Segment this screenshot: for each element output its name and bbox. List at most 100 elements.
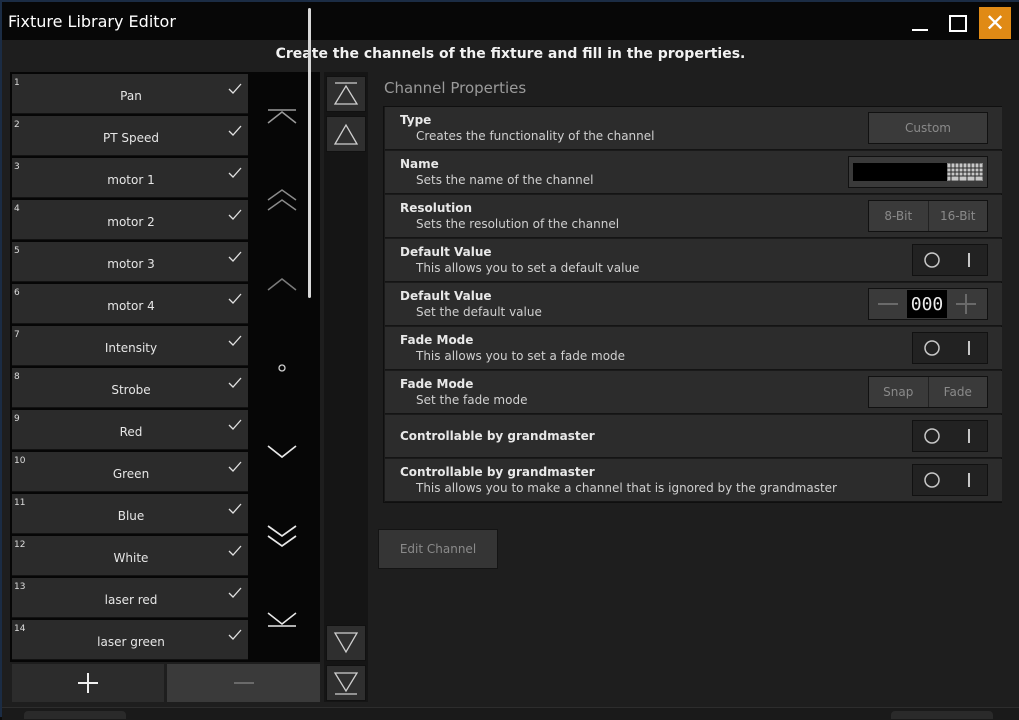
channel-row-9[interactable]: 9 Red (12, 410, 248, 450)
channel-row-1[interactable]: 1 Pan (12, 74, 248, 114)
channel-row-13[interactable]: 13 laser red (12, 578, 248, 618)
resolution-16bit-button[interactable]: 16-Bit (928, 201, 987, 231)
prop-grandmaster-toggle: Controllable by grandmaster (385, 415, 1002, 458)
scroll-top-icon[interactable] (266, 108, 298, 126)
list-scrollbar[interactable] (308, 8, 311, 298)
channel-label: PT Speed (103, 131, 159, 145)
fade-mode-toggle[interactable] (912, 332, 988, 364)
toggle-on-icon (950, 333, 987, 363)
increment-button[interactable] (947, 289, 985, 319)
move-down-button[interactable] (326, 625, 366, 661)
keyboard-icon[interactable] (947, 163, 983, 181)
bottom-tab-left[interactable] (24, 711, 126, 719)
channel-label: motor 3 (107, 257, 155, 271)
prop-title: Resolution (400, 201, 473, 215)
channel-row-4[interactable]: 4 motor 2 (12, 200, 248, 240)
fade-fade-button[interactable]: Fade (928, 377, 987, 407)
move-up-icon (333, 123, 359, 145)
page-up-icon[interactable] (266, 188, 298, 212)
check-icon (228, 377, 242, 388)
prop-grandmaster-ignore: Controllable by grandmaster This allows … (385, 459, 1002, 502)
channel-row-11[interactable]: 11 Blue (12, 494, 248, 534)
channel-properties-panel: Type Creates the functionality of the ch… (383, 106, 1002, 503)
channel-number: 9 (14, 414, 20, 424)
name-input[interactable] (853, 163, 947, 181)
resolution-8bit-button[interactable]: 8-Bit (869, 201, 929, 231)
prop-desc: Sets the resolution of the channel (416, 217, 620, 231)
fade-snap-button[interactable]: Snap (869, 377, 929, 407)
bottom-tab-right[interactable] (891, 711, 993, 719)
bottom-bar (2, 707, 1019, 720)
channel-number: 11 (14, 498, 26, 508)
scroll-bottom-icon[interactable] (266, 610, 298, 628)
channel-row-8[interactable]: 8 Strobe (12, 368, 248, 408)
check-icon (228, 587, 242, 598)
toggle-on-icon (950, 421, 987, 451)
grandmaster-toggle[interactable] (912, 420, 988, 452)
channel-label: Blue (117, 509, 145, 523)
check-icon (228, 461, 242, 472)
close-button[interactable]: ✕ (979, 7, 1011, 39)
move-up-button[interactable] (326, 116, 366, 152)
channel-label: Intensity (104, 341, 158, 355)
prop-desc: Set the fade mode (416, 393, 528, 407)
window-title: Fixture Library Editor (8, 12, 176, 31)
toggle-off-icon (913, 333, 950, 363)
scroll-position-icon (278, 364, 286, 372)
minimize-button[interactable] (906, 8, 934, 38)
channel-label: Strobe (111, 383, 151, 397)
remove-channel-button[interactable] (167, 664, 320, 702)
check-icon (228, 83, 242, 94)
maximize-button[interactable] (944, 8, 972, 38)
channel-row-12[interactable]: 12 White (12, 536, 248, 576)
edit-channel-button[interactable]: Edit Channel (378, 529, 498, 569)
toggle-off-icon (913, 245, 950, 275)
channel-row-10[interactable]: 10 Green (12, 452, 248, 492)
page-down-icon[interactable] (266, 524, 298, 548)
prop-title: Fade Mode (400, 377, 474, 391)
channel-row-14[interactable]: 14 laser green (12, 620, 248, 660)
channel-row-5[interactable]: 5 motor 3 (12, 242, 248, 282)
channel-row-3[interactable]: 3 motor 1 (12, 158, 248, 198)
channel-list: 1 Pan 2 PT Speed 3 motor 1 4 motor 2 5 motor … (10, 72, 320, 662)
close-icon: ✕ (984, 9, 1006, 37)
channel-label: Pan (120, 89, 142, 103)
check-icon (228, 125, 242, 136)
plus-icon (78, 673, 98, 693)
move-to-top-button[interactable] (326, 76, 366, 112)
prop-name: Name Sets the name of the channel (385, 151, 1002, 194)
prop-desc: This allows you to set a fade mode (416, 349, 626, 363)
move-to-bottom-button[interactable] (326, 665, 366, 701)
channel-number: 5 (14, 246, 20, 256)
default-value-display[interactable]: 000 (907, 290, 947, 318)
grandmaster-ignore-toggle[interactable] (912, 464, 988, 496)
decrement-button[interactable] (869, 289, 907, 319)
toggle-off-icon (913, 421, 950, 451)
scroll-down-icon[interactable] (266, 444, 298, 460)
type-custom-button[interactable]: Custom (868, 112, 988, 144)
default-value-toggle[interactable] (912, 244, 988, 276)
channel-row-7[interactable]: 7 Intensity (12, 326, 248, 366)
prop-title: Name (400, 157, 439, 171)
toggle-on-icon (950, 245, 987, 275)
channel-label: motor 1 (107, 173, 155, 187)
channel-row-2[interactable]: 2 PT Speed (12, 116, 248, 156)
fade-mode-selector: Snap Fade (868, 376, 988, 408)
add-channel-button[interactable] (12, 664, 164, 702)
prop-title: Fade Mode (400, 333, 474, 347)
channel-number: 8 (14, 372, 20, 382)
prop-fade-mode-toggle: Fade Mode This allows you to set a fade … (385, 327, 1002, 370)
prop-default-value-toggle: Default Value This allows you to set a d… (385, 239, 1002, 282)
prop-desc: This allows you to set a default value (416, 261, 640, 275)
prop-title: Type (400, 113, 432, 127)
scroll-navigator (252, 72, 314, 662)
check-icon (228, 419, 242, 430)
scroll-up-icon[interactable] (266, 276, 298, 292)
channel-number: 6 (14, 288, 20, 298)
channel-row-6[interactable]: 6 motor 4 (12, 284, 248, 324)
channel-label: White (113, 551, 149, 565)
check-icon (228, 629, 242, 640)
prop-title: Controllable by grandmaster (400, 429, 595, 443)
check-icon (228, 251, 242, 262)
resolution-selector: 8-Bit 16-Bit (868, 200, 988, 232)
